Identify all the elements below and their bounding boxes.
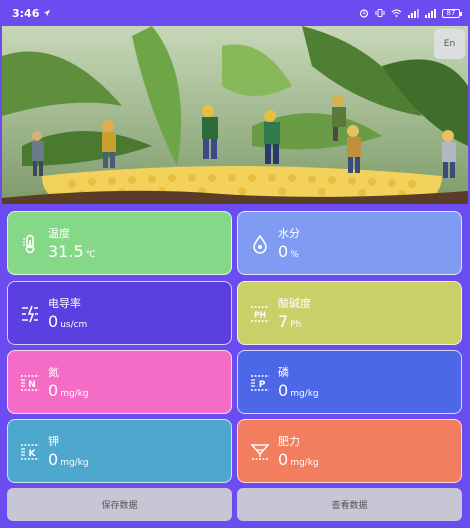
card-unit: ℃ bbox=[85, 250, 96, 260]
card-fertility: 肥力 0 mg/kg bbox=[237, 419, 462, 483]
status-left: 3:46 bbox=[12, 7, 51, 20]
thermometer-icon bbox=[23, 234, 35, 254]
ph-icon: PH bbox=[251, 306, 269, 322]
card-unit: us/cm bbox=[60, 320, 88, 330]
svg-text:PH: PH bbox=[254, 311, 266, 320]
card-nitrogen: N 氮 0 mg/kg bbox=[7, 350, 232, 414]
svg-text:N: N bbox=[28, 380, 36, 390]
card-unit: mg/kg bbox=[290, 458, 319, 468]
card-title: 氮 bbox=[48, 366, 59, 379]
status-right: 87 bbox=[359, 8, 462, 18]
card-value-row: 0 mg/kg bbox=[278, 381, 319, 400]
card-title: 磷 bbox=[278, 366, 289, 379]
card-temperature: 温度 31.5 ℃ bbox=[7, 211, 232, 275]
card-unit: mg/kg bbox=[60, 458, 89, 468]
hero-image: En bbox=[2, 26, 468, 204]
card-ph: PH 酸碱度 7 Ph bbox=[237, 281, 462, 345]
signal-2-icon bbox=[425, 9, 436, 18]
location-icon bbox=[44, 9, 51, 17]
card-unit: Ph bbox=[290, 320, 302, 330]
water-drop-icon bbox=[253, 234, 267, 254]
card-value-row: 0 % bbox=[278, 242, 299, 261]
status-bar: 3:46 87 bbox=[0, 0, 470, 26]
phosphorus-icon: P bbox=[251, 375, 269, 391]
card-value-row: 0 us/cm bbox=[48, 312, 87, 331]
svg-text:K: K bbox=[29, 449, 37, 459]
card-unit: mg/kg bbox=[60, 389, 89, 399]
card-value: 0 bbox=[48, 312, 59, 331]
conductivity-icon bbox=[22, 305, 38, 323]
card-title: 肥力 bbox=[278, 435, 300, 448]
card-conductivity: 电导率 0 us/cm bbox=[7, 281, 232, 345]
card-value-row: 7 Ph bbox=[278, 312, 301, 331]
card-title: 钾 bbox=[48, 435, 59, 448]
fertility-icon bbox=[250, 444, 270, 460]
card-unit: mg/kg bbox=[290, 389, 319, 399]
wifi-icon bbox=[391, 9, 402, 18]
card-phosphorus: P 磷 0 mg/kg bbox=[237, 350, 462, 414]
card-value: 31.5 bbox=[48, 242, 84, 261]
save-data-button[interactable]: 保存数据 bbox=[7, 488, 232, 521]
card-unit: % bbox=[290, 250, 299, 260]
card-title: 电导率 bbox=[48, 297, 81, 310]
potassium-icon: K bbox=[21, 444, 39, 460]
card-potassium: K 钾 0 mg/kg bbox=[7, 419, 232, 483]
status-time: 3:46 bbox=[12, 6, 40, 20]
card-value: 0 bbox=[278, 242, 289, 261]
vibrate-icon bbox=[375, 9, 385, 17]
card-value: 0 bbox=[48, 381, 59, 400]
card-title: 酸碱度 bbox=[278, 297, 311, 310]
language-toggle-button[interactable]: En bbox=[434, 29, 465, 59]
card-value: 0 bbox=[278, 381, 289, 400]
card-value-row: 31.5 ℃ bbox=[48, 242, 96, 261]
nitrogen-icon: N bbox=[21, 375, 39, 391]
card-value: 7 bbox=[278, 312, 289, 331]
card-value-row: 0 mg/kg bbox=[278, 450, 319, 469]
farm-scene-illustration bbox=[2, 26, 468, 204]
card-value: 0 bbox=[48, 450, 59, 469]
view-data-button[interactable]: 查看数据 bbox=[237, 488, 462, 521]
card-value-row: 0 mg/kg bbox=[48, 381, 89, 400]
card-title: 水分 bbox=[278, 227, 300, 240]
battery-icon: 87 bbox=[442, 8, 462, 18]
svg-text:P: P bbox=[259, 380, 266, 390]
card-value: 0 bbox=[278, 450, 289, 469]
card-value-row: 0 mg/kg bbox=[48, 450, 89, 469]
card-title: 温度 bbox=[48, 227, 70, 240]
card-moisture: 水分 0 % bbox=[237, 211, 462, 275]
alarm-icon bbox=[359, 9, 369, 18]
signal-icon bbox=[408, 9, 419, 18]
